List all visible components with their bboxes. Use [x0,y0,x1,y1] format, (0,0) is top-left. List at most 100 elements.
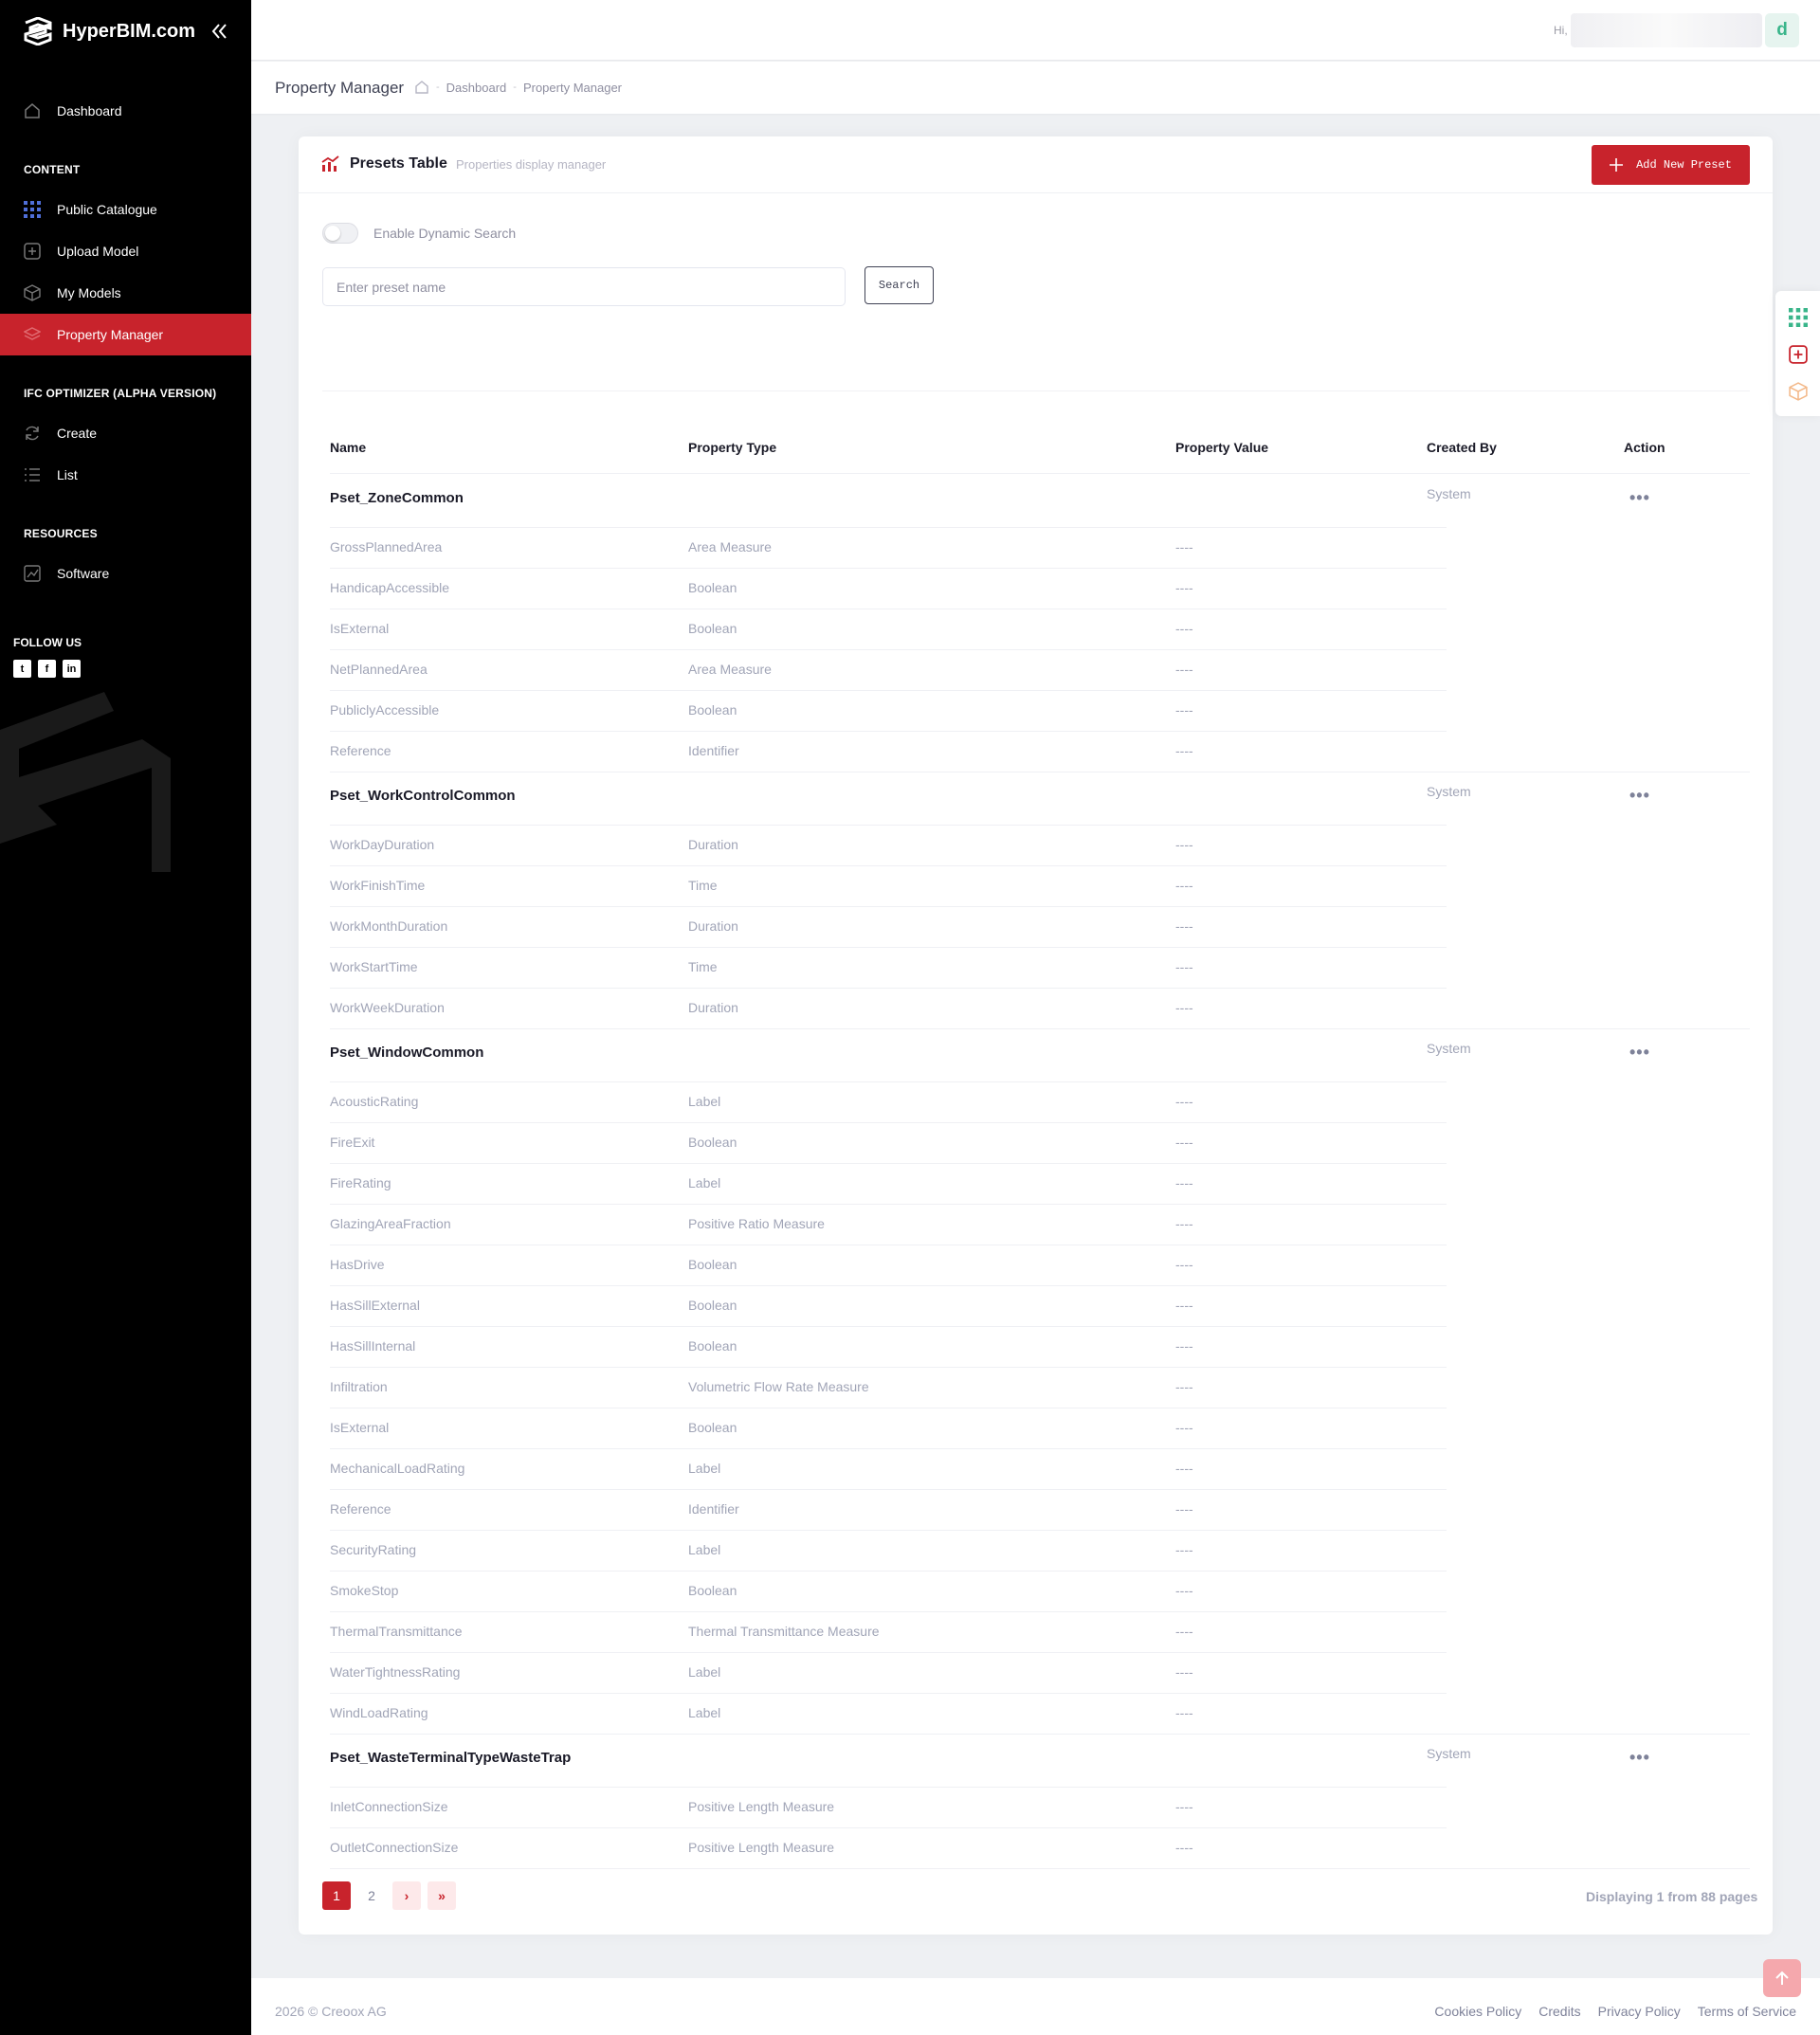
preset-group-name[interactable]: Pset_WindowCommon [330,1045,483,1061]
sidebar-item-property-manager[interactable]: Property Manager [0,314,251,355]
property-type: Label [688,1175,721,1190]
property-value: ---- [1175,959,1193,974]
search-button[interactable]: Search [864,266,934,304]
topbar: Hi, d [251,0,1820,61]
property-value: ---- [1175,1094,1193,1109]
property-type: Volumetric Flow Rate Measure [688,1379,869,1394]
property-type: Boolean [688,702,737,718]
avatar[interactable]: d [1765,13,1799,47]
page-1-button[interactable]: 1 [322,1881,351,1910]
footer-link-terms[interactable]: Terms of Service [1698,2004,1796,2019]
header-rule [330,473,1750,474]
property-type: Boolean [688,621,737,636]
property-type: Boolean [688,1420,737,1435]
row-divider [330,825,1447,826]
row-action-menu[interactable]: ••• [1629,786,1650,806]
row-action-menu[interactable]: ••• [1629,1748,1650,1768]
facebook-icon[interactable]: f [38,660,56,678]
breadcrumb: - Dashboard - Property Manager [414,80,622,95]
property-name: WorkFinishTime [330,878,426,893]
created-by: System [1427,1041,1471,1056]
sidebar-item-label: List [57,467,78,482]
column-header: Name [330,440,367,455]
sidebar-item-label: Dashboard [57,103,122,118]
sidebar-item-public-catalogue[interactable]: Public Catalogue [0,189,251,230]
preset-search-input[interactable] [322,267,846,306]
property-value: ---- [1175,1705,1193,1720]
breadcrumb-item[interactable]: Dashboard [446,81,507,95]
cube-icon[interactable] [1789,382,1808,401]
property-type: Boolean [688,1583,737,1598]
created-by: System [1427,486,1471,501]
row-divider [330,1163,1447,1164]
row-divider [330,690,1447,691]
twitter-icon[interactable]: t [13,660,31,678]
add-new-preset-button[interactable]: Add New Preset [1592,145,1750,185]
property-type: Label [688,1461,721,1476]
row-divider [330,527,1447,528]
property-type: Label [688,1664,721,1680]
row-divider [330,1081,1447,1082]
next-page-button[interactable]: › [392,1881,421,1910]
sidebar-item-create[interactable]: Create [0,412,251,454]
row-action-menu[interactable]: ••• [1629,1043,1650,1063]
quick-actions-rail [1775,291,1820,416]
property-value: ---- [1175,1501,1193,1517]
sidebar-item-software[interactable]: Software [0,553,251,594]
grid-icon[interactable] [1789,308,1808,327]
user-name-placeholder[interactable] [1571,13,1762,47]
row-divider [330,568,1447,569]
collapse-sidebar-icon[interactable] [207,19,231,44]
sidebar-item-upload-model[interactable]: Upload Model [0,230,251,272]
property-name: Reference [330,1501,391,1517]
dynamic-search-toggle[interactable] [322,223,358,244]
footer-link-cookies[interactable]: Cookies Policy [1434,2004,1521,2019]
property-type: Identifier [688,743,739,758]
property-value: ---- [1175,1664,1193,1680]
scroll-to-top-button[interactable] [1763,1959,1801,1997]
property-type: Duration [688,1000,738,1015]
preset-group-name[interactable]: Pset_ZoneCommon [330,490,464,506]
plus-square-icon[interactable] [1789,345,1808,364]
breadcrumb-item[interactable]: Property Manager [523,81,622,95]
footer-link-credits[interactable]: Credits [1538,2004,1580,2019]
row-divider [330,1652,1447,1653]
row-action-menu[interactable]: ••• [1629,488,1650,508]
property-type: Boolean [688,1338,737,1354]
property-name: Infiltration [330,1379,388,1394]
property-value: ---- [1175,539,1193,554]
property-value: ---- [1175,1840,1193,1855]
property-value: ---- [1175,1799,1193,1814]
row-divider [330,1693,1447,1694]
preset-group-name[interactable]: Pset_WorkControlCommon [330,788,516,804]
property-type: Label [688,1094,721,1109]
footer-link-privacy[interactable]: Privacy Policy [1598,2004,1681,2019]
property-type: Time [688,959,718,974]
brand-logo[interactable]: HyperBIM.com [23,15,195,47]
property-value: ---- [1175,918,1193,934]
property-value: ---- [1175,1000,1193,1015]
page-2-button[interactable]: 2 [357,1881,386,1910]
property-name: HasSillInternal [330,1338,416,1354]
property-name: FireRating [330,1175,391,1190]
page-title: Property Manager [275,79,405,97]
column-header: Property Type [688,440,777,455]
sidebar-item-dashboard[interactable]: Dashboard [0,90,251,132]
chart-icon [321,155,339,172]
created-by: System [1427,784,1471,799]
row-divider [330,865,1447,866]
sidebar-item-list[interactable]: List [0,454,251,496]
property-type: Identifier [688,1501,739,1517]
sidebar-item-my-models[interactable]: My Models [0,272,251,314]
cube-icon [24,284,41,301]
add-new-preset-label: Add New Preset [1636,158,1732,172]
property-type: Duration [688,837,738,852]
row-divider [330,731,1447,732]
preset-group-name[interactable]: Pset_WasteTerminalTypeWasteTrap [330,1750,571,1766]
greeting-text: Hi, [1554,24,1568,37]
list-icon [24,466,41,483]
property-value: ---- [1175,1461,1193,1476]
home-icon[interactable] [414,80,429,95]
last-page-button[interactable]: » [428,1881,456,1910]
linkedin-icon[interactable]: in [63,660,81,678]
